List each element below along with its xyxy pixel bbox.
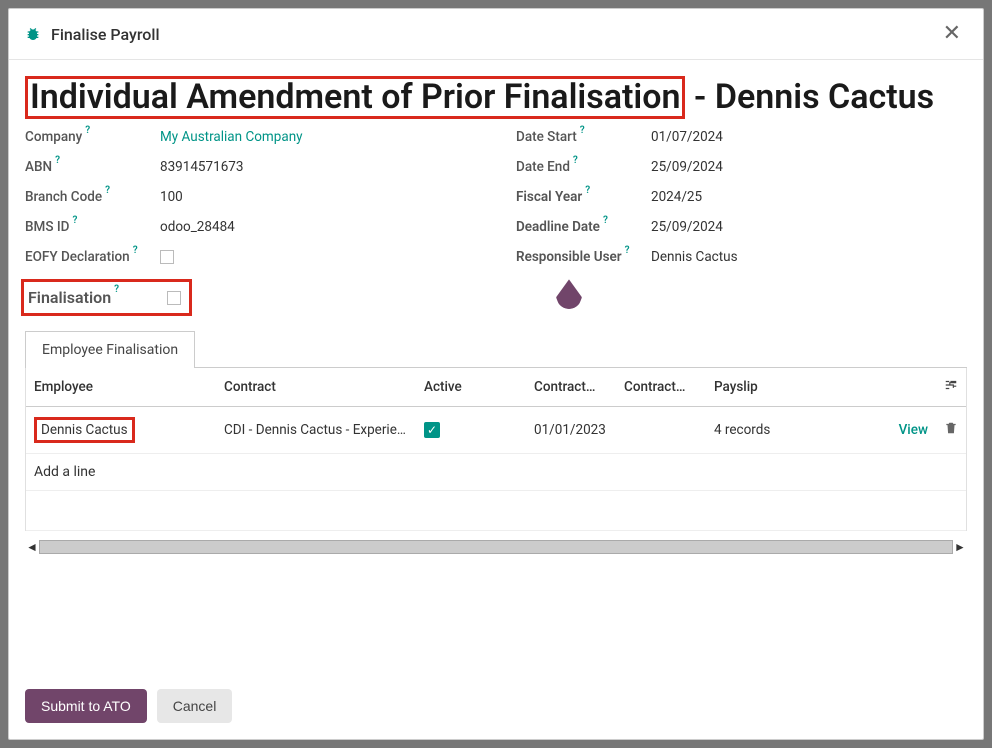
value-responsible: Dennis Cactus [651, 249, 738, 265]
value-company[interactable]: My Australian Company [160, 129, 303, 145]
page-title-main: Individual Amendment of Prior Finalisati… [25, 76, 685, 119]
th-contract-end[interactable]: Contract… [616, 368, 706, 407]
checkbox-active[interactable]: ✓ [424, 422, 440, 438]
field-date-end: Date End? 25/09/2024 [516, 159, 967, 175]
field-finalisation: Finalisation? [21, 279, 192, 316]
table-row[interactable]: Dennis Cactus CDI - Dennis Cactus - Expe… [26, 407, 966, 454]
label-date-start: Date Start? [516, 129, 651, 145]
cell-contract-end [616, 407, 706, 454]
checkbox-finalisation[interactable] [167, 291, 181, 305]
help-icon[interactable]: ? [55, 155, 60, 166]
field-eofy: EOFY Declaration? [25, 249, 476, 265]
value-date-start: 01/07/2024 [651, 129, 723, 145]
cell-contract: CDI - Dennis Cactus - Experie… [216, 407, 416, 454]
form-columns: Company? My Australian Company ABN? 8391… [25, 129, 967, 316]
cell-payslip: 4 records [706, 407, 886, 454]
checkbox-eofy[interactable] [160, 250, 174, 264]
value-date-end: 25/09/2024 [651, 159, 723, 175]
horizontal-scrollbar[interactable]: ◄ ► [25, 539, 967, 555]
add-line-row: Add a line [26, 454, 966, 491]
empty-row [26, 491, 966, 531]
value-abn: 83914571673 [160, 159, 243, 175]
value-bms-id: odoo_28484 [160, 219, 235, 235]
help-icon[interactable]: ? [603, 215, 608, 226]
tab-employee-finalisation[interactable]: Employee Finalisation [25, 331, 195, 368]
help-icon[interactable]: ? [625, 245, 630, 256]
help-icon[interactable]: ? [105, 185, 110, 196]
help-icon[interactable]: ? [580, 125, 585, 136]
label-fiscal-year: Fiscal Year? [516, 189, 651, 205]
field-deadline: Deadline Date? 25/09/2024 [516, 219, 967, 235]
page-title: Individual Amendment of Prior Finalisati… [25, 76, 967, 119]
tabs: Employee Finalisation [25, 330, 967, 368]
label-deadline: Deadline Date? [516, 219, 651, 235]
label-responsible: Responsible User? [516, 249, 651, 265]
help-icon[interactable]: ? [73, 215, 78, 226]
value-fiscal-year: 2024/25 [651, 189, 702, 205]
th-active[interactable]: Active [416, 368, 526, 407]
scroll-track[interactable] [39, 540, 953, 554]
cell-employee[interactable]: Dennis Cactus [34, 417, 135, 443]
help-icon[interactable]: ? [85, 125, 90, 136]
field-responsible: Responsible User? Dennis Cactus [516, 249, 967, 265]
label-branch-code: Branch Code? [25, 189, 160, 205]
add-line-link[interactable]: Add a line [26, 454, 966, 491]
field-date-start: Date Start? 01/07/2024 [516, 129, 967, 145]
submit-to-ato-button[interactable]: Submit to ATO [25, 689, 147, 723]
scroll-left-icon[interactable]: ◄ [25, 540, 39, 554]
value-branch-code: 100 [160, 189, 183, 205]
drop-icon [556, 279, 582, 309]
th-employee[interactable]: Employee [26, 368, 216, 407]
trash-icon[interactable] [944, 423, 958, 439]
field-abn: ABN? 83914571673 [25, 159, 476, 175]
label-finalisation: Finalisation? [24, 288, 167, 307]
cell-contract-start: 01/01/2023 [526, 407, 616, 454]
employee-table: Employee Contract Active Contract… Contr… [26, 368, 966, 531]
label-abn: ABN? [25, 159, 160, 175]
field-bms-id: BMS ID? odoo_28484 [25, 219, 476, 235]
right-column: Date Start? 01/07/2024 Date End? 25/09/2… [516, 129, 967, 316]
modal-header: Finalise Payroll ✕ [9, 9, 983, 60]
th-contract[interactable]: Contract [216, 368, 416, 407]
th-payslip[interactable]: Payslip [706, 368, 886, 407]
page-title-suffix: - Dennis Cactus [685, 77, 934, 117]
table-container: Employee Contract Active Contract… Contr… [25, 368, 967, 531]
modal-title: Finalise Payroll [51, 25, 160, 44]
scroll-right-icon[interactable]: ► [953, 540, 967, 554]
field-fiscal-year: Fiscal Year? 2024/25 [516, 189, 967, 205]
th-contract-start[interactable]: Contract… [526, 368, 616, 407]
modal-footer: Submit to ATO Cancel [9, 673, 983, 739]
label-date-end: Date End? [516, 159, 651, 175]
label-bms-id: BMS ID? [25, 219, 160, 235]
help-icon[interactable]: ? [114, 284, 119, 295]
label-company: Company? [25, 129, 160, 145]
sliders-icon[interactable] [944, 380, 958, 396]
view-link[interactable]: View [899, 422, 928, 438]
help-icon[interactable]: ? [573, 155, 578, 166]
close-icon[interactable]: ✕ [937, 21, 967, 47]
bug-icon [25, 26, 41, 42]
help-icon[interactable]: ? [585, 185, 590, 196]
help-icon[interactable]: ? [133, 245, 138, 256]
field-branch-code: Branch Code? 100 [25, 189, 476, 205]
table-header-row: Employee Contract Active Contract… Contr… [26, 368, 966, 407]
modal-dialog: Finalise Payroll ✕ Individual Amendment … [8, 8, 984, 740]
value-deadline: 25/09/2024 [651, 219, 723, 235]
avatar-drop [516, 279, 967, 309]
modal-header-left: Finalise Payroll [25, 25, 160, 44]
cancel-button[interactable]: Cancel [157, 689, 233, 723]
modal-body: Individual Amendment of Prior Finalisati… [9, 60, 983, 673]
label-eofy: EOFY Declaration? [25, 249, 160, 265]
field-company: Company? My Australian Company [25, 129, 476, 145]
left-column: Company? My Australian Company ABN? 8391… [25, 129, 476, 316]
